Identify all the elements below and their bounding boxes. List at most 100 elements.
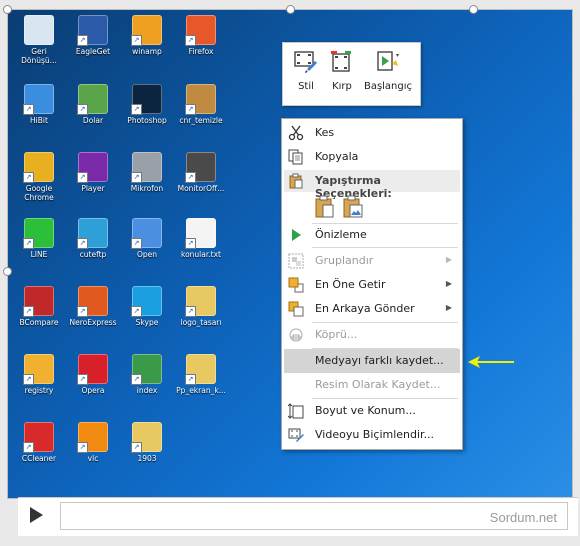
shortcut-arrow-icon: ↗ [23, 374, 34, 385]
menu-item-save-picture[interactable]: Resim Olarak Kaydet... [282, 373, 462, 397]
menu-item-group[interactable]: Gruplandır ▶ [282, 249, 462, 273]
shortcut-arrow-icon: ↗ [185, 374, 196, 385]
desktop-icon[interactable]: ↗ Open [120, 218, 174, 259]
menu-item-link[interactable]: Köprü... [282, 323, 462, 347]
player-icon: ↗ [77, 152, 108, 183]
menu-item-group-label: Gruplandır [315, 254, 374, 267]
shortcut-arrow-icon: ↗ [131, 35, 142, 46]
desktop-icon[interactable]: ↗ cnr_temizle [174, 84, 228, 125]
globe-icon: ↗ [131, 354, 162, 385]
desktop-icon-label: LINE [30, 250, 48, 259]
desktop-icon-label: winamp [132, 47, 162, 56]
paste-picture-button[interactable] [342, 195, 364, 219]
desktop-icon-label: Open [136, 250, 158, 259]
seek-bar[interactable]: Sordum.net [60, 502, 568, 530]
desktop-icon[interactable]: ↗ Skype [120, 286, 174, 327]
submenu-arrow-icon: ▶ [445, 303, 452, 312]
menu-item-cut[interactable]: Kes [282, 121, 462, 145]
menu-item-copy-label: Kopyala [315, 150, 359, 163]
desktop-icon[interactable]: ↗ MonitorOff... [174, 152, 228, 193]
menu-item-copy[interactable]: Kopyala [282, 145, 462, 169]
monitor-icon: ↗ [185, 152, 216, 183]
registry-icon: ↗ [23, 354, 54, 385]
paste-keep-source-button[interactable] [314, 195, 336, 219]
desktop-icon-label: Photoshop [127, 116, 167, 125]
desktop-icon[interactable]: ↗ CCleaner [12, 422, 66, 463]
desktop-icon[interactable]: ↗ registry [12, 354, 66, 395]
desktop-icon[interactable]: ↗ Photoshop [120, 84, 174, 125]
money-icon: ↗ [77, 84, 108, 115]
photoshop-icon: ↗ [131, 84, 162, 115]
bcompare-icon: ↗ [23, 286, 54, 317]
start-button-label: Başlangıç [363, 81, 413, 92]
play-button[interactable] [30, 507, 43, 523]
desktop-icon[interactable]: ↗ vlc [66, 422, 120, 463]
desktop-icon[interactable]: Geri Dönüşü... [12, 15, 66, 65]
desktop-icon[interactable]: ↗ Google Chrome [12, 152, 66, 202]
desktop-icon[interactable]: ↗ Mikrofon [120, 152, 174, 193]
shortcut-arrow-icon: ↗ [77, 306, 88, 317]
desktop-icon[interactable]: ↗ Pp_ekran_k... [174, 354, 228, 395]
resize-handle-middle-left[interactable] [3, 267, 12, 276]
style-button[interactable]: Stil [289, 47, 323, 92]
desktop-icon[interactable]: ↗ EagleGet [66, 15, 120, 56]
bring-front-icon [288, 277, 304, 293]
start-playback-icon [375, 49, 401, 75]
desktop-icon[interactable]: ↗ NeroExpress [66, 286, 120, 327]
desktop-icon[interactable]: ↗ Firefox [174, 15, 228, 56]
resize-handle-top-left[interactable] [3, 5, 12, 14]
menu-item-send-back-label: En Arkaya Gönder [315, 302, 415, 315]
clipboard-icon [288, 173, 304, 193]
menu-item-bring-front[interactable]: En Öne Getir ▶ [282, 273, 462, 297]
folder-icon: ↗ [185, 286, 216, 317]
style-button-label: Stil [298, 81, 314, 92]
media-player-bar: Sordum.net [18, 497, 578, 536]
desktop-icon-label: EagleGet [75, 47, 111, 56]
shortcut-arrow-icon: ↗ [185, 238, 196, 249]
desktop-icon[interactable]: ↗ Player [66, 152, 120, 193]
desktop-icon[interactable]: ↗ Opera [66, 354, 120, 395]
resize-handle-top-right[interactable] [469, 5, 478, 14]
menu-item-send-back[interactable]: En Arkaya Gönder ▶ [282, 297, 462, 321]
menu-item-save-picture-label: Resim Olarak Kaydet... [315, 378, 441, 391]
menu-separator [312, 247, 458, 248]
desktop-icon[interactable]: ↗ LINE [12, 218, 66, 259]
shortcut-arrow-icon: ↗ [185, 172, 196, 183]
format-video-icon [288, 427, 304, 443]
desktop-icon[interactable]: ↗ logo_tasarı [174, 286, 228, 327]
desktop-icon-label: CCleaner [21, 454, 57, 463]
menu-item-format-video[interactable]: Videoyu Biçimlendir... [282, 423, 462, 447]
shortcut-arrow-icon: ↗ [131, 306, 142, 317]
play-icon [288, 227, 304, 243]
trim-button[interactable]: Kırp [327, 47, 357, 92]
desktop-icon[interactable]: ↗ cuteftp [66, 218, 120, 259]
desktop-icon[interactable]: ↗ winamp [120, 15, 174, 56]
desktop-icon[interactable]: ↗ 1903 [120, 422, 174, 463]
menu-item-save-media[interactable]: Medyayı farklı kaydet... [284, 349, 460, 373]
menu-item-cut-label: Kes [315, 126, 335, 139]
desktop-icon-label: cnr_temizle [179, 116, 223, 125]
desktop-icon[interactable]: ↗ HiBit [12, 84, 66, 125]
desktop-icon-label: index [136, 386, 158, 395]
opera-icon: ↗ [77, 354, 108, 385]
start-button[interactable]: Başlangıç [361, 47, 415, 92]
menu-item-format-video-label: Videoyu Biçimlendir... [315, 428, 435, 441]
shortcut-arrow-icon: ↗ [77, 172, 88, 183]
menu-item-bring-front-label: En Öne Getir [315, 278, 386, 291]
desktop-icon[interactable]: ↗ konular.txt [174, 218, 228, 259]
eagle-icon: ↗ [77, 15, 108, 46]
desktop-icon-label: MonitorOff... [177, 184, 225, 193]
nero-icon: ↗ [77, 286, 108, 317]
menu-item-size-position[interactable]: Boyut ve Konum... [282, 399, 462, 423]
resize-handle-top-center[interactable] [286, 5, 295, 14]
desktop-icon[interactable]: ↗ BCompare [12, 286, 66, 327]
video-style-icon [293, 49, 319, 75]
menu-item-size-position-label: Boyut ve Konum... [315, 404, 416, 417]
menu-item-preview[interactable]: Önizleme [282, 223, 462, 247]
submenu-arrow-icon: ▶ [445, 255, 452, 264]
desktop-icon[interactable]: ↗ Dolar [66, 84, 120, 125]
desktop-icon-label: Opera [81, 386, 105, 395]
paste-options-label: Yapıştırma Seçenekleri: [315, 174, 392, 200]
skype-icon: ↗ [131, 286, 162, 317]
desktop-icon[interactable]: ↗ index [120, 354, 174, 395]
